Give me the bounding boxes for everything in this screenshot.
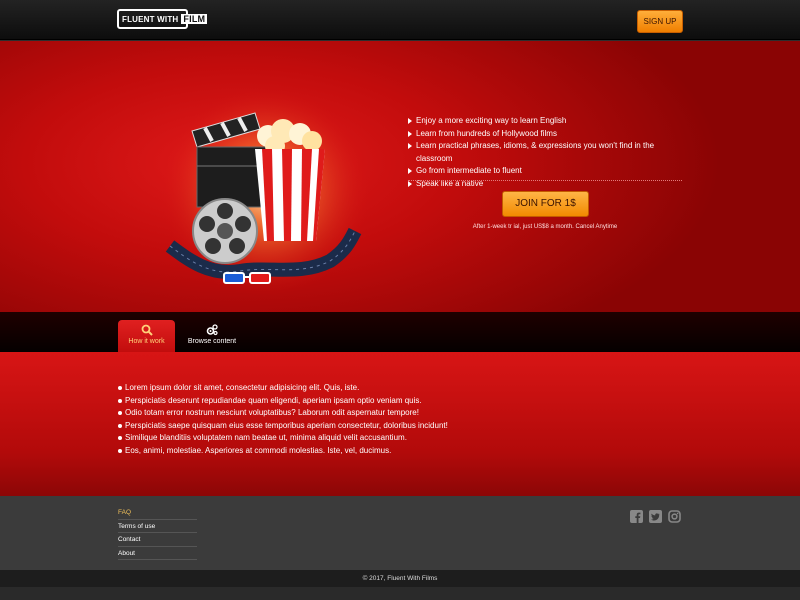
facebook-icon[interactable] — [630, 510, 643, 523]
feature-item: Learn practical phrases, idioms, & expre… — [408, 140, 682, 165]
footer-link-faq[interactable]: FAQ — [118, 506, 197, 520]
instagram-icon[interactable] — [668, 510, 681, 523]
search-icon — [141, 324, 153, 336]
trial-note: After 1-week tr ial, just US$8 a month. … — [472, 224, 618, 230]
tab-label: Browse content — [187, 338, 237, 345]
cinema-illustration — [160, 91, 370, 296]
footer-link-about[interactable]: About — [118, 547, 197, 560]
footer: FAQ Terms of use Contact About — [0, 496, 800, 570]
tab-content: Lorem ipsum dolor sit amet, consectetur … — [0, 352, 800, 496]
copyright: © 2017, Fluent With Films — [0, 570, 800, 587]
feature-list: Enjoy a more exciting way to learn Engli… — [408, 115, 682, 190]
footer-links: FAQ Terms of use Contact About — [118, 506, 197, 560]
logo-text: FLUENT WITH — [122, 14, 179, 24]
feature-item: Learn from hundreds of Hollywood films — [408, 128, 682, 141]
tab-bar: How it work Browse content — [0, 312, 800, 352]
footer-link-contact[interactable]: Contact — [118, 533, 197, 547]
feature-item: Go from intermediate to fluent — [408, 165, 682, 178]
twitter-icon[interactable] — [649, 510, 662, 523]
feature-item: Enjoy a more exciting way to learn Engli… — [408, 115, 682, 128]
footer-link-terms[interactable]: Terms of use — [118, 520, 197, 533]
film-reel-icon — [192, 198, 258, 264]
top-header: FLUENT WITH FILM SIGN UP — [0, 0, 800, 40]
tab-how-it-work[interactable]: How it work — [118, 320, 175, 352]
content-list: Lorem ipsum dolor sit amet, consectetur … — [118, 382, 448, 457]
list-item: Perspiciatis deserunt repudiandae quam e… — [118, 395, 448, 408]
list-item: Odio totam error nostrum nesciunt volupt… — [118, 407, 448, 420]
hero-section: Enjoy a more exciting way to learn Engli… — [0, 41, 800, 312]
popcorn-icon — [255, 119, 325, 241]
list-item: Eos, animi, molestiae. Asperiores at com… — [118, 445, 448, 458]
tab-label: How it work — [128, 338, 165, 345]
join-button[interactable]: JOIN FOR 1$ — [502, 191, 589, 217]
divider — [408, 180, 682, 181]
gears-icon — [206, 324, 218, 336]
list-item: Similique blanditiis voluptatem nam beat… — [118, 432, 448, 445]
sign-up-button[interactable]: SIGN UP — [637, 10, 683, 33]
logo-film-text: FILM — [181, 14, 208, 24]
site-logo[interactable]: FLUENT WITH FILM — [117, 9, 208, 29]
list-item: Lorem ipsum dolor sit amet, consectetur … — [118, 382, 448, 395]
list-item: Perspiciatis saepe quisquam eius esse te… — [118, 420, 448, 433]
bottom-bar — [0, 587, 800, 600]
social-links — [630, 510, 681, 523]
tab-browse-content[interactable]: Browse content — [184, 320, 240, 352]
